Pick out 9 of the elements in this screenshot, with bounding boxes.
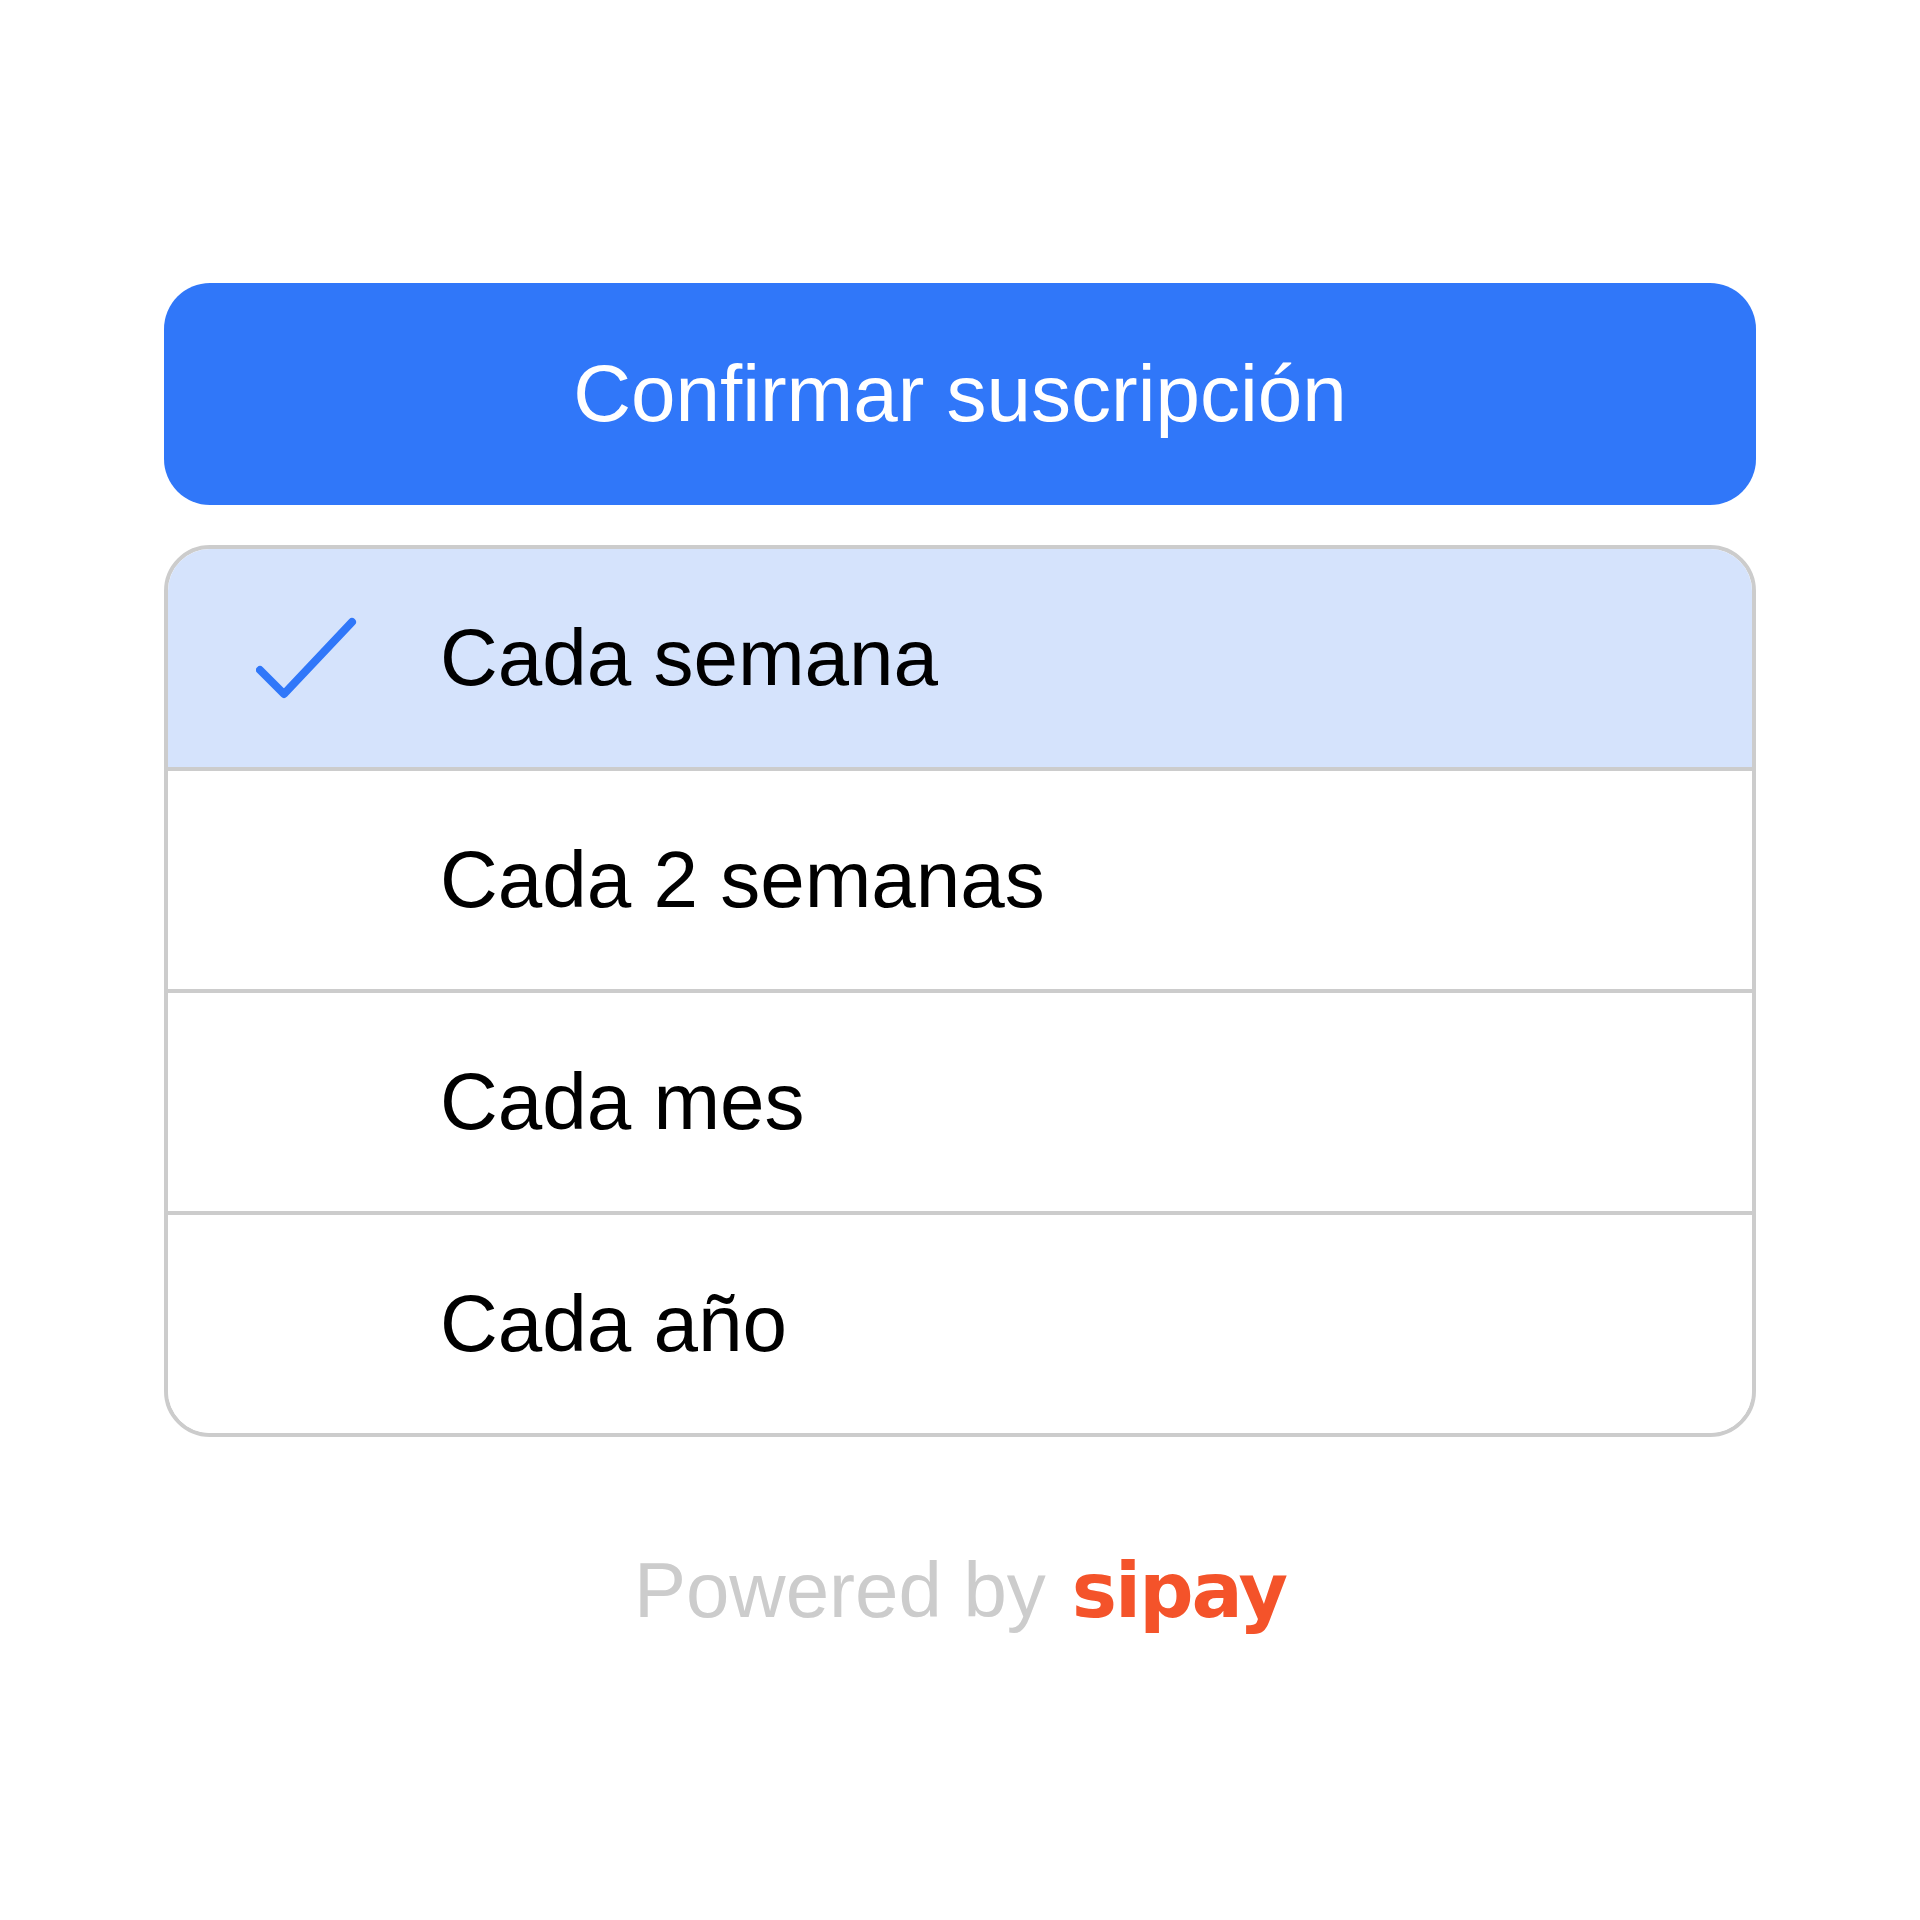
checkmark-icon (256, 617, 357, 699)
option-label: Cada 2 semanas (440, 834, 1045, 926)
brand-logo: sipay (1071, 1546, 1287, 1636)
option-label: Cada mes (440, 1056, 805, 1148)
confirm-subscription-button[interactable]: Confirmar suscripción (164, 283, 1756, 505)
frequency-option[interactable]: Cada año (168, 1211, 1752, 1433)
frequency-option[interactable]: Cada semana (168, 549, 1752, 767)
option-label: Cada semana (440, 612, 939, 704)
option-label: Cada año (440, 1278, 787, 1370)
